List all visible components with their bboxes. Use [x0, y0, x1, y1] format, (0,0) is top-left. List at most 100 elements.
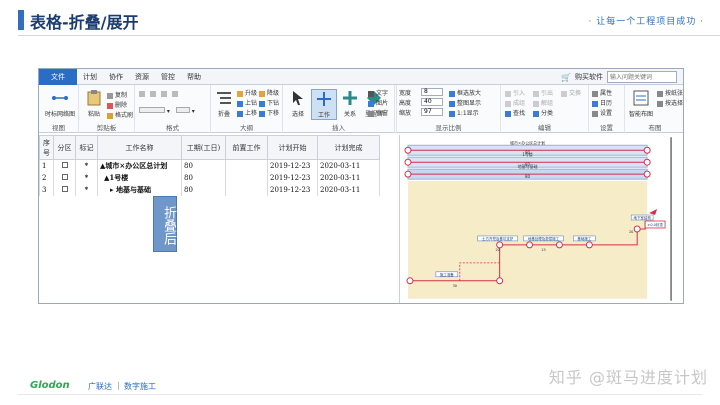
node[interactable] [633, 225, 641, 233]
copy-button[interactable]: 复制 [107, 90, 127, 99]
fit-button[interactable]: 整图显示 [449, 98, 481, 107]
task-label[interactable]: 地基处理及垫层施工 [528, 236, 560, 241]
classify-button[interactable]: 分类 [533, 108, 553, 117]
import-button[interactable]: 引入 [505, 88, 525, 97]
node[interactable] [555, 241, 563, 249]
cart-icon[interactable]: 🛒 [561, 73, 571, 82]
node[interactable] [526, 241, 534, 249]
col-start[interactable]: 计划开始 [267, 135, 318, 160]
timescale-button[interactable]: 时标网络图 [45, 89, 75, 118]
format-painter-button[interactable]: 格式刷 [107, 110, 133, 119]
col-mark[interactable]: 标记 [75, 135, 98, 160]
ungroup-button[interactable]: 解组 [533, 98, 553, 107]
import-icon [505, 90, 511, 97]
menu-resource[interactable]: 资源 [129, 69, 155, 85]
svg-text:1号楼: 1号楼 [522, 152, 532, 157]
table-row[interactable]: 2 * ▲1号楼 80 2019-12-23 2020-03-11 [39, 171, 380, 184]
col-zone[interactable]: 分区 [53, 135, 76, 160]
by-select-button[interactable]: 按选择 [657, 98, 683, 107]
help-search-input[interactable] [607, 71, 677, 83]
col-predecessor[interactable]: 前置工作 [225, 135, 268, 160]
svg-text:±0.0封顶: ±0.0封顶 [647, 222, 663, 227]
fold-icon [217, 92, 231, 104]
network-diagram: 城市×办公区总计划 80 1号楼 80 地基与基础 80 施工准备 30 土方开… [399, 135, 683, 303]
col-no[interactable]: 序号 [39, 135, 54, 160]
col-end[interactable]: 计划完成 [317, 135, 380, 160]
col-name[interactable]: 工作名称 [97, 135, 182, 160]
node[interactable] [404, 158, 412, 166]
layout-icon [633, 90, 649, 106]
node[interactable] [404, 146, 412, 154]
property-icon [592, 90, 598, 97]
buy-software-link[interactable]: 购买软件 [575, 72, 603, 82]
zone-checkbox[interactable] [61, 173, 68, 180]
font-style-controls[interactable] [139, 91, 178, 99]
collapsed-callout: 折叠后 [153, 196, 177, 252]
text-button[interactable]: 文字 [368, 88, 388, 97]
footer-separator: | [117, 381, 120, 390]
svg-text:20: 20 [495, 248, 499, 252]
group-zoom: 宽度 8 高度 40 缩放 97 框选放大 整图显示 1:1显示 显示比例 [397, 85, 501, 133]
ungroup-icon [533, 100, 539, 107]
menu-collab[interactable]: 协作 [103, 69, 129, 85]
scale-input[interactable]: 97 [421, 108, 443, 116]
menu-file[interactable]: 文件 [39, 69, 77, 85]
menu-help[interactable]: 帮助 [181, 69, 207, 85]
image-button[interactable]: 图片 [368, 98, 388, 107]
svg-text:15: 15 [541, 248, 545, 252]
task-label[interactable]: 土方开挖及基坑支护 [482, 236, 514, 241]
box-zoom-button[interactable]: 框选放大 [449, 88, 481, 97]
width-input[interactable]: 8 [421, 88, 443, 96]
menu-plan[interactable]: 计划 [77, 69, 103, 85]
slide-title: 表格-折叠/展开 [30, 13, 139, 32]
task-label[interactable]: 地下室结构 [633, 215, 651, 220]
drill-down-button[interactable]: 下钻 [259, 98, 279, 107]
calendar-icon [592, 100, 598, 107]
arrow-down-icon [259, 100, 265, 107]
node[interactable] [496, 277, 504, 285]
select-button[interactable]: 选择 [285, 89, 311, 118]
upgrade-button[interactable]: 升级 [237, 88, 257, 97]
node[interactable] [643, 170, 651, 178]
node[interactable] [406, 277, 414, 285]
task-label[interactable]: 基础施工 [577, 236, 591, 241]
zone-checkbox[interactable] [61, 185, 68, 192]
height-input[interactable]: 40 [421, 98, 443, 106]
node[interactable] [404, 170, 412, 178]
menu-control[interactable]: 管控 [155, 69, 181, 85]
downgrade-button[interactable]: 降级 [259, 88, 279, 97]
node[interactable] [585, 241, 593, 249]
classify-icon [533, 110, 539, 117]
fold-button[interactable]: 折叠 [211, 89, 237, 118]
smart-layout-button[interactable]: 智能布图 [627, 89, 655, 118]
task-label[interactable]: 施工准备 [440, 272, 454, 277]
zone-checkbox[interactable] [61, 161, 68, 168]
move-up-button[interactable]: 上移 [237, 108, 257, 117]
cite-button[interactable]: 引出 [533, 88, 553, 97]
col-duration[interactable]: 工期(工日) [181, 135, 226, 160]
svg-text:20: 20 [629, 230, 633, 234]
setup-button[interactable]: 设置 [592, 108, 612, 117]
search-icon [505, 110, 511, 117]
ribbon: 时标网络图 视图 粘贴 复制 删除 格式刷 剪贴板 ▾ ▾ 格式 折叠 升级 降… [39, 85, 683, 133]
drill-up-button[interactable]: 上钻 [237, 98, 257, 107]
one-to-one-button[interactable]: 1:1显示 [449, 108, 479, 117]
delete-button[interactable]: 删除 [107, 100, 127, 109]
line-style-dropdown[interactable]: ▾ ▾ [139, 107, 195, 115]
swap-button[interactable]: 交换 [561, 88, 581, 97]
by-paper-button[interactable]: 按纸张 [657, 88, 683, 97]
table-row[interactable]: 3 * ▸ 地基与基础 80 2019-12-23 2020-03-11 [39, 183, 380, 196]
group-button[interactable]: 成组 [505, 98, 525, 107]
node[interactable] [643, 146, 651, 154]
calendar-button[interactable]: 日历 [592, 98, 612, 107]
paste-button[interactable]: 粘贴 [81, 89, 107, 118]
node[interactable] [643, 158, 651, 166]
property-button[interactable]: 属性 [592, 88, 612, 97]
move-down-button[interactable]: 下移 [259, 108, 279, 117]
table-row[interactable]: 1 * ▲城市×办公区总计划 80 2019-12-23 2020-03-11 [39, 159, 380, 172]
space-button[interactable]: 空窗 [368, 108, 388, 117]
work-button[interactable]: 工作 [311, 89, 337, 120]
relation-icon [343, 91, 357, 105]
find-button[interactable]: 查找 [505, 108, 525, 117]
paper-icon [657, 90, 663, 97]
